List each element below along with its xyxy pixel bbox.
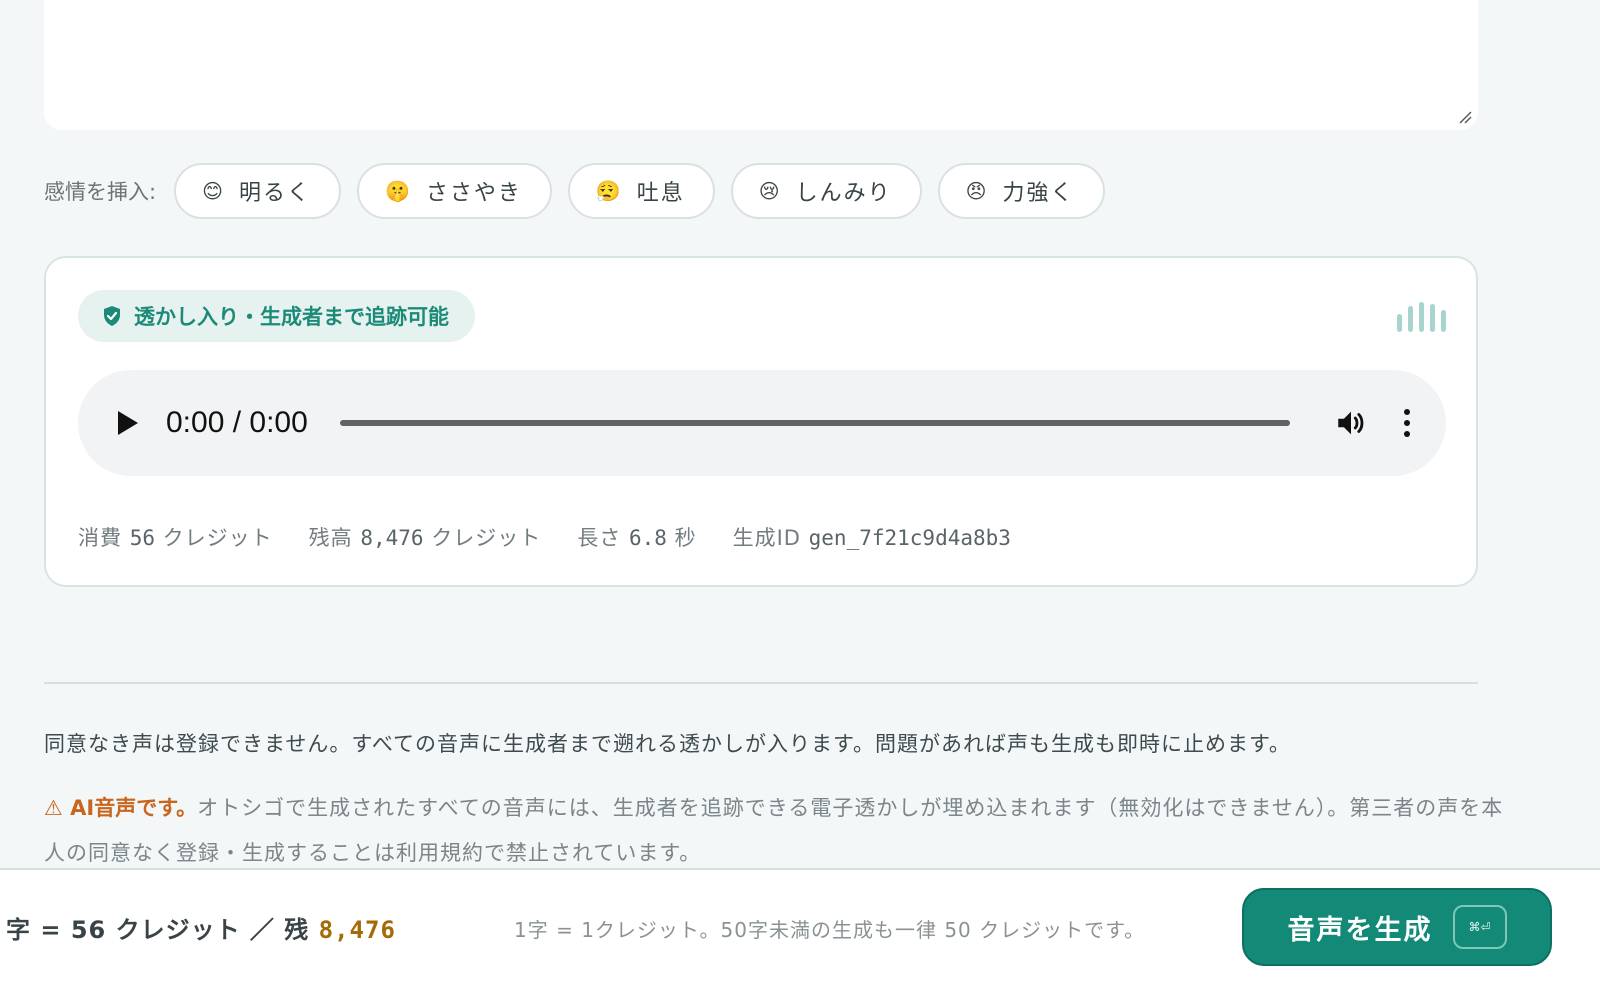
resize-grip-icon[interactable] bbox=[1458, 110, 1472, 124]
footer-bar: 字 = 56 クレジット ／ 残 8,476 1字 = 1クレジット。50字未満… bbox=[0, 868, 1600, 1000]
meta-generation-id: 生成ID gen_7f21c9d4a8b3 bbox=[732, 526, 1011, 550]
credit-counter: 字 = 56 クレジット ／ 残 8,476 bbox=[6, 916, 396, 944]
play-icon[interactable] bbox=[118, 411, 138, 435]
waveform-icon bbox=[1397, 302, 1446, 332]
generate-audio-button[interactable]: 音声を生成 ⌘⏎ bbox=[1242, 888, 1552, 966]
emotion-chip-somber[interactable]: 😢 しんみり bbox=[730, 163, 922, 219]
emotion-chip-label: 力強く bbox=[1002, 181, 1075, 206]
generation-meta: 消費 56 クレジット 残高 8,476 クレジット 長さ 6.8 秒 生成ID… bbox=[78, 522, 1011, 552]
meta-length: 長さ 6.8 秒 bbox=[577, 526, 697, 550]
audio-player: 0:00 / 0:00 bbox=[78, 370, 1446, 476]
script-textarea[interactable] bbox=[44, 0, 1478, 130]
ai-voice-warning: ⚠ AI音声です。 bbox=[44, 796, 198, 820]
emotion-chip-label: ささやき bbox=[425, 181, 522, 206]
generate-audio-label: 音声を生成 bbox=[1287, 914, 1433, 946]
emotion-chip-whisper[interactable]: 🤫 ささやき bbox=[356, 163, 552, 219]
crying-emoji-icon: 😢 bbox=[758, 179, 782, 203]
emotion-chip-sigh[interactable]: 😮‍💨 吐息 bbox=[567, 163, 715, 219]
emotion-chip-label: しんみり bbox=[795, 181, 892, 206]
smile-emoji-icon: 😊 bbox=[202, 179, 225, 203]
volume-icon[interactable] bbox=[1334, 406, 1368, 440]
ai-voice-notice-text: オトシゴで生成されたすべての音声には、生成者を追跡できる電子透かしが埋め込まれま… bbox=[44, 796, 1504, 865]
generated-audio-card: 透かし入り・生成者まで追跡可能 0:00 / 0:00 消費 56 クレジット … bbox=[44, 256, 1478, 587]
watermark-badge-label: 透かし入り・生成者まで追跡可能 bbox=[134, 305, 449, 329]
keyboard-shortcut-icon: ⌘⏎ bbox=[1452, 905, 1507, 949]
exhale-emoji-icon: 😮‍💨 bbox=[595, 179, 623, 203]
more-options-icon[interactable] bbox=[1404, 409, 1410, 437]
section-divider bbox=[44, 682, 1478, 684]
meta-consumed: 消費 56 クレジット bbox=[78, 526, 273, 550]
emotion-chip-label: 吐息 bbox=[636, 181, 685, 206]
emotion-insert-row: 感情を挿入: 😊 明るく 🤫 ささやき 😮‍💨 吐息 😢 しんみり 😠 力強く bbox=[44, 162, 1105, 220]
ai-voice-notice: ⚠ AI音声です。オトシゴで生成されたすべての音声には、生成者を追跡できる電子透… bbox=[44, 786, 1524, 876]
meta-balance: 残高 8,476 クレジット bbox=[308, 526, 542, 550]
shield-check-icon bbox=[104, 306, 120, 326]
emotion-chip-label: 明るく bbox=[238, 181, 311, 206]
emotion-chip-strong[interactable]: 😠 力強く bbox=[937, 163, 1105, 219]
shush-emoji-icon: 🤫 bbox=[384, 179, 412, 203]
credit-balance: 8,476 bbox=[318, 916, 396, 944]
emotion-chip-bright[interactable]: 😊 明るく bbox=[174, 163, 341, 219]
audio-time: 0:00 / 0:00 bbox=[166, 406, 308, 439]
consent-policy-text: 同意なき声は登録できません。すべての音声に生成者まで遡れる透かしが入ります。問題… bbox=[44, 732, 1291, 756]
credit-rule-note: 1字 = 1クレジット。50字未満の生成も一律 50 クレジットです。 bbox=[514, 918, 1146, 942]
audio-progress-track[interactable] bbox=[339, 420, 1290, 426]
angry-emoji-icon: 😠 bbox=[965, 179, 989, 203]
watermark-badge: 透かし入り・生成者まで追跡可能 bbox=[78, 290, 475, 342]
emotion-insert-label: 感情を挿入: bbox=[44, 180, 157, 204]
